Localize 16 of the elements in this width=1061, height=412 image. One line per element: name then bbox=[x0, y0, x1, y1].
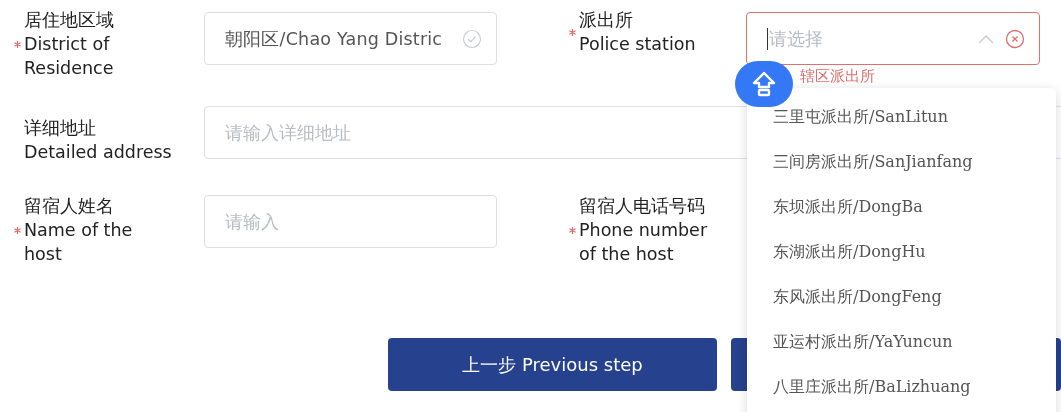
field-label: 派出所 Police station bbox=[579, 9, 697, 56]
dropdown-option[interactable]: 亚运村派出所/YaYuncun bbox=[747, 319, 1056, 364]
clear-icon[interactable] bbox=[1005, 28, 1025, 49]
district-select[interactable]: 朝阳区/Chao Yang Distric bbox=[204, 12, 497, 65]
dropdown-option[interactable]: 东湖派出所/DongHu bbox=[747, 229, 1056, 274]
field-label: 详细地址 Detailed address bbox=[24, 117, 173, 164]
field-label: 留宿人电话号码 Phone number of the host bbox=[579, 195, 709, 266]
field-label: 居住地区域 District of Residence bbox=[24, 9, 115, 80]
field-label: 留宿人姓名 Name of the host bbox=[24, 195, 134, 266]
previous-step-button[interactable]: 上一步 Previous step bbox=[388, 338, 717, 391]
dropdown-option[interactable]: 东坝派出所/DongBa bbox=[747, 184, 1056, 229]
dropdown-option[interactable]: 八里庄派出所/BaLizhuang bbox=[747, 364, 1056, 409]
error-message: 辖区派出所 bbox=[800, 67, 876, 86]
dropdown-option[interactable]: 东风派出所/DongFeng bbox=[747, 274, 1056, 319]
keyboard-shift-button[interactable] bbox=[735, 61, 793, 107]
arrow-up-icon bbox=[751, 71, 777, 97]
